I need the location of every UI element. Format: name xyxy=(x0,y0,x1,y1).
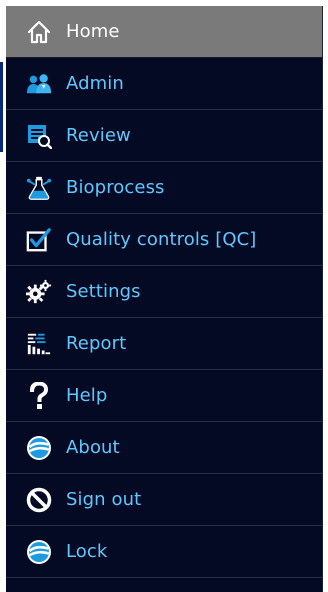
no-entry-icon xyxy=(26,487,52,513)
menu-item-bioprocess[interactable]: Bioprocess xyxy=(6,162,322,214)
home-icon xyxy=(26,19,52,45)
menu-item-home[interactable]: Home xyxy=(6,6,322,58)
lock-logo-icon xyxy=(26,539,52,565)
menu-item-sign-out[interactable]: Sign out xyxy=(6,474,322,526)
side-menu: Home Admin Review Bioprocess Quality con… xyxy=(6,6,322,592)
flask-icon xyxy=(26,175,52,201)
about-logo-icon xyxy=(26,435,52,461)
menu-item-admin[interactable]: Admin xyxy=(6,58,322,110)
menu-item-label: Admin xyxy=(66,73,124,94)
menu-item-help[interactable]: Help xyxy=(6,370,322,422)
left-edge-accent xyxy=(0,62,3,152)
menu-item-label: About xyxy=(66,437,120,458)
menu-item-label: Quality controls [QC] xyxy=(66,229,257,250)
checkbox-icon xyxy=(26,227,52,253)
menu-item-settings[interactable]: Settings xyxy=(6,266,322,318)
app-frame: Home Admin Review Bioprocess Quality con… xyxy=(0,0,328,592)
report-icon xyxy=(26,331,52,357)
menu-item-label: Report xyxy=(66,333,127,354)
menu-item-label: Review xyxy=(66,125,131,146)
users-icon xyxy=(26,71,52,97)
gears-icon xyxy=(26,279,52,305)
menu-item-label: Lock xyxy=(66,541,108,562)
menu-item-label: Settings xyxy=(66,281,141,302)
menu-item-lock[interactable]: Lock xyxy=(6,526,322,578)
menu-item-review[interactable]: Review xyxy=(6,110,322,162)
menu-item-about[interactable]: About xyxy=(6,422,322,474)
menu-item-label: Help xyxy=(66,385,108,406)
question-icon xyxy=(26,381,52,409)
menu-item-label: Sign out xyxy=(66,489,142,510)
review-icon xyxy=(26,123,52,149)
menu-item-label: Home xyxy=(66,21,120,42)
menu-item-report[interactable]: Report xyxy=(6,318,322,370)
menu-item-quality-controls[interactable]: Quality controls [QC] xyxy=(6,214,322,266)
menu-item-label: Bioprocess xyxy=(66,177,165,198)
